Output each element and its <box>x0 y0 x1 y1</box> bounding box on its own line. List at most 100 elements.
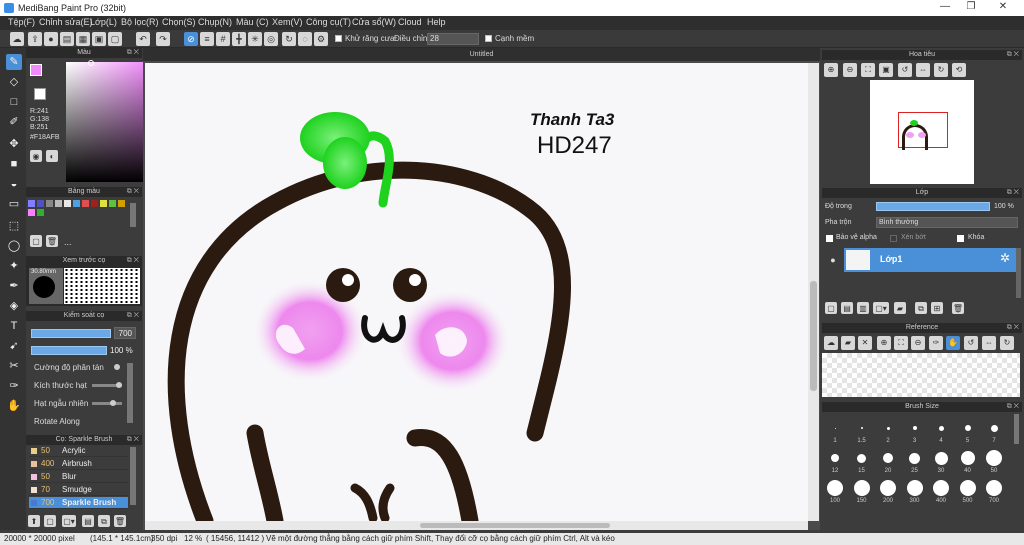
adjust-select[interactable]: 28 <box>427 33 479 45</box>
menu-snap[interactable]: Chụp(N) <box>198 17 232 27</box>
eraser-tool-icon[interactable]: ◇ <box>6 74 22 90</box>
layer-settings-icon[interactable]: ✲ <box>1000 251 1010 265</box>
palette-swatch[interactable] <box>46 200 53 207</box>
palette-swatch[interactable] <box>37 200 44 207</box>
doc-icon[interactable]: ▦ <box>76 32 90 46</box>
brush-size-option[interactable]: 1 <box>823 416 847 446</box>
snap-curve-icon[interactable]: ↻ <box>282 32 296 46</box>
brush-size-option[interactable]: 400 <box>929 476 953 506</box>
bucket-tool-icon[interactable]: ◒ <box>6 176 22 192</box>
brush-control-scrollbar[interactable] <box>127 363 133 423</box>
comment-icon[interactable]: ● <box>44 32 58 46</box>
brush-size-option[interactable]: 150 <box>850 476 874 506</box>
brush-size-option[interactable]: 300 <box>903 476 927 506</box>
brush-size-option[interactable]: 500 <box>956 476 980 506</box>
reference-canvas[interactable] <box>822 353 1020 397</box>
panel-menu-icon[interactable]: ⧉ ✕ <box>127 256 139 266</box>
horizontal-scroll-thumb[interactable] <box>420 523 610 528</box>
undo-icon[interactable]: ↶ <box>136 32 150 46</box>
reference-open-icon[interactable]: ▰ <box>841 336 855 350</box>
brush-size-option[interactable]: 200 <box>876 476 900 506</box>
save-icon[interactable]: ⇪ <box>28 32 42 46</box>
brush-item[interactable]: 50 Blur <box>29 471 128 483</box>
palette-swatch[interactable] <box>82 200 89 207</box>
snap-cross-icon[interactable]: ╋ <box>232 32 246 46</box>
brush-size-option[interactable]: 15 <box>850 446 874 476</box>
rotate-right-icon[interactable]: ↻ <box>934 63 948 77</box>
menu-window[interactable]: Cửa sổ(W) <box>352 17 396 27</box>
brush-tool-icon[interactable]: ✎ <box>6 54 22 70</box>
menu-select[interactable]: Chọn(S) <box>162 17 196 27</box>
brush-size-value[interactable]: 700 <box>114 327 136 339</box>
brush-copy-icon[interactable]: ⧉ <box>98 515 110 527</box>
menu-filter[interactable]: Bộ lọc(R) <box>121 17 159 27</box>
new-layer-8bit-icon[interactable]: ▤ <box>841 302 853 314</box>
palette-swatch[interactable] <box>100 200 107 207</box>
blend-mode-select[interactable]: Bình thường <box>876 217 1018 228</box>
vertical-scroll-thumb[interactable] <box>810 281 817 391</box>
menu-color[interactable]: Màu (C) <box>236 17 269 27</box>
close-button[interactable]: ✕ <box>988 1 1018 15</box>
brush-size-option[interactable]: 30 <box>929 446 953 476</box>
palette-swatch[interactable] <box>37 209 44 216</box>
reference-close-icon[interactable]: ✕ <box>858 336 872 350</box>
panel-menu-icon[interactable]: ⧉ ✕ <box>127 48 139 58</box>
palette-swatch[interactable] <box>55 200 62 207</box>
reference-zoom-in-icon[interactable]: ⊕ <box>877 336 891 350</box>
brush-size-option[interactable]: 700 <box>982 476 1006 506</box>
edge-checkbox[interactable] <box>485 35 492 42</box>
canvas-vertical-scrollbar[interactable] <box>808 63 819 521</box>
brush-size-option[interactable]: 12 <box>823 446 847 476</box>
navigator-thumbnail[interactable] <box>870 80 974 184</box>
brush-size-option[interactable]: 20 <box>876 446 900 476</box>
operation-tool-icon[interactable]: ➹ <box>6 338 22 354</box>
particle-size-knob[interactable] <box>116 382 122 388</box>
protect-alpha-checkbox[interactable] <box>826 235 833 242</box>
layer-row[interactable]: Lớp1 ✲ <box>844 248 1016 272</box>
foreground-color[interactable] <box>30 64 42 76</box>
delete-palette-icon[interactable]: 🗑 <box>46 235 58 247</box>
menu-tools[interactable]: Công cụ(T) <box>306 17 351 27</box>
pen-tool-icon[interactable]: ✐ <box>6 114 22 130</box>
brush-size-option[interactable]: 5 <box>956 416 980 446</box>
snap-ellipse-icon[interactable]: ◌ <box>298 32 312 46</box>
brush-size-option[interactable]: 2 <box>876 416 900 446</box>
palette-more[interactable]: ... <box>64 237 72 247</box>
particle-random-slider[interactable] <box>92 402 122 405</box>
gradient-tool-icon[interactable]: ▭ <box>6 196 22 212</box>
snap-radial-icon[interactable]: ✳ <box>248 32 262 46</box>
lock-checkbox[interactable] <box>957 235 964 242</box>
snap-circle-icon[interactable]: ◎ <box>264 32 278 46</box>
palette-swatch[interactable] <box>73 200 80 207</box>
brush-size-slider[interactable] <box>31 329 111 338</box>
brush-opacity-slider[interactable] <box>31 346 107 355</box>
redo-icon[interactable]: ↷ <box>156 32 170 46</box>
frame-icon[interactable]: ▢ <box>108 32 122 46</box>
brush-size-option[interactable]: 100 <box>823 476 847 506</box>
panel-menu-icon[interactable]: ⧉ ✕ <box>1007 323 1019 333</box>
reference-flip-icon[interactable]: ⇔ <box>982 336 996 350</box>
hand-tool-icon[interactable]: ✋ <box>6 398 22 414</box>
layer-scrollbar[interactable] <box>1016 248 1021 298</box>
cloud-icon[interactable]: ☁ <box>10 32 24 46</box>
color-wheel-icon[interactable]: ◉ <box>30 150 42 162</box>
canvas-horizontal-scrollbar[interactable] <box>145 521 808 530</box>
drawing-canvas[interactable]: Thanh Ta3 HD247 <box>145 63 808 521</box>
brush-list-scrollbar[interactable] <box>130 447 136 505</box>
fill-rect-icon[interactable]: ■ <box>6 156 22 172</box>
palette-swatch[interactable] <box>91 200 98 207</box>
menu-layer[interactable]: Lớp(L) <box>90 17 117 27</box>
new-layer-icon[interactable]: ▢ <box>825 302 837 314</box>
menu-help[interactable]: Help <box>427 17 446 27</box>
brush-item[interactable]: 50 Acrylic <box>29 445 128 457</box>
brush-size-option[interactable]: 50 <box>982 446 1006 476</box>
panel-menu-icon[interactable]: ⧉ ✕ <box>1007 188 1019 198</box>
brush-size-option[interactable]: 1.5 <box>850 416 874 446</box>
scatter-knob[interactable] <box>114 364 120 370</box>
color-picker-cursor[interactable] <box>88 60 94 66</box>
particle-random-knob[interactable] <box>110 400 116 406</box>
snap-grid-icon[interactable]: # <box>216 32 230 46</box>
palette-swatch[interactable] <box>28 209 35 216</box>
snap-parallel-icon[interactable]: ≡ <box>200 32 214 46</box>
panel-menu-icon[interactable]: ⧉ ✕ <box>1007 402 1019 412</box>
